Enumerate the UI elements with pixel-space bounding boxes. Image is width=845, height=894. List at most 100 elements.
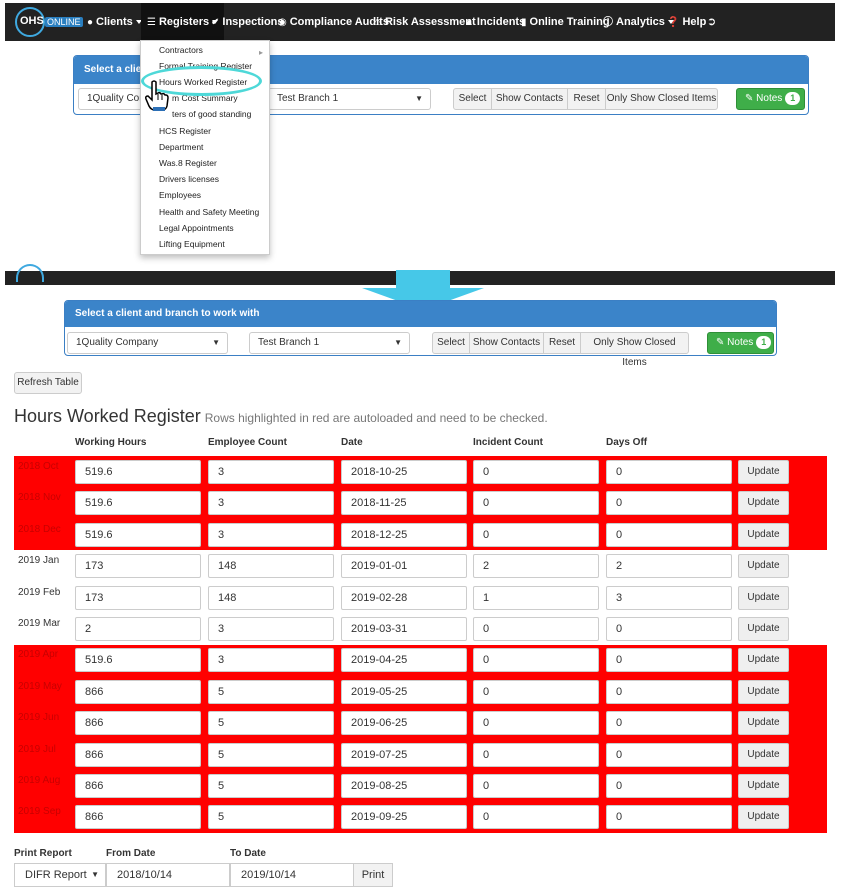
to-date-input[interactable]: 2019/10/14 (230, 863, 354, 887)
client-select[interactable]: 1Quality Company ▼ (67, 332, 228, 354)
days-off-input[interactable]: 0 (606, 805, 732, 830)
days-off-input[interactable]: 0 (606, 774, 732, 798)
date-input[interactable]: 2019-06-25 (341, 711, 467, 736)
notes-button[interactable]: ✎ Notes 1 (707, 332, 774, 354)
nav-analytics[interactable]: ⓘ Analytics (603, 3, 674, 41)
update-button[interactable]: Update (738, 554, 789, 579)
update-button[interactable]: Update (738, 648, 789, 673)
employee-count-input[interactable]: 3 (208, 522, 334, 547)
menu-item-was8-register[interactable]: Was.8 Register (159, 158, 217, 168)
select-button[interactable]: Select (432, 332, 470, 354)
employee-count-input[interactable]: 5 (208, 805, 334, 830)
closed-items-button[interactable]: Only Show Closed Items (580, 332, 689, 368)
print-button[interactable]: Print (353, 863, 393, 887)
working-hours-input[interactable]: 866 (75, 774, 201, 798)
working-hours-input[interactable]: 866 (75, 805, 201, 830)
incident-count-input[interactable]: 0 (473, 742, 599, 767)
employee-count-input[interactable]: 3 (208, 617, 334, 641)
incident-count-input[interactable]: 0 (473, 711, 599, 736)
menu-item-lifting-equipment[interactable]: Lifting Equipment (159, 239, 225, 249)
date-input[interactable]: 2019-07-25 (341, 742, 467, 767)
update-button[interactable]: Update (738, 491, 789, 516)
days-off-input[interactable]: 0 (606, 460, 732, 484)
working-hours-input[interactable]: 519.6 (75, 522, 201, 547)
days-off-input[interactable]: 0 (606, 679, 732, 704)
incident-count-input[interactable]: 0 (473, 805, 599, 830)
incident-count-input[interactable]: 0 (473, 679, 599, 704)
nav-risk-assessment[interactable]: ⚠ Risk Assessment (373, 3, 476, 41)
menu-item-drivers-licenses[interactable]: Drivers licenses (159, 174, 219, 184)
incident-count-input[interactable]: 0 (473, 522, 599, 547)
branch-select[interactable]: Test Branch 1 ▼ (249, 332, 410, 354)
nav-inspections[interactable]: ✔ Inspections (211, 3, 284, 41)
incident-count-input[interactable]: 2 (473, 554, 599, 579)
nav-help[interactable]: ❓ Help (667, 3, 706, 41)
menu-item-letters-of-good-standing[interactable]: ters of good standing (172, 109, 251, 119)
working-hours-input[interactable]: 519.6 (75, 648, 201, 673)
employee-count-input[interactable]: 3 (208, 460, 334, 484)
working-hours-input[interactable]: 2 (75, 617, 201, 641)
update-button[interactable]: Update (738, 742, 789, 767)
report-type-select[interactable]: DIFR Report ▼ (14, 863, 106, 887)
incident-count-input[interactable]: 0 (473, 774, 599, 798)
date-input[interactable]: 2018-11-25 (341, 491, 467, 516)
update-button[interactable]: Update (738, 460, 789, 484)
update-button[interactable]: Update (738, 805, 789, 830)
employee-count-input[interactable]: 5 (208, 711, 334, 736)
days-off-input[interactable]: 0 (606, 711, 732, 736)
employee-count-input[interactable]: 148 (208, 585, 334, 610)
date-input[interactable]: 2018-10-25 (341, 460, 467, 484)
update-button[interactable]: Update (738, 617, 789, 641)
select-button-top[interactable]: Select (453, 88, 492, 110)
date-input[interactable]: 2019-01-01 (341, 554, 467, 579)
working-hours-input[interactable]: 866 (75, 711, 201, 736)
date-input[interactable]: 2019-04-25 (341, 648, 467, 673)
update-button[interactable]: Update (738, 585, 789, 610)
reset-button[interactable]: Reset (543, 332, 581, 354)
days-off-input[interactable]: 3 (606, 585, 732, 610)
menu-item-health-and-safety-meeting[interactable]: Health and Safety Meeting (159, 207, 259, 217)
employee-count-input[interactable]: 5 (208, 742, 334, 767)
days-off-input[interactable]: 2 (606, 554, 732, 579)
incident-count-input[interactable]: 0 (473, 648, 599, 673)
date-input[interactable]: 2019-02-28 (341, 585, 467, 610)
date-input[interactable]: 2019-09-25 (341, 805, 467, 830)
incident-count-input[interactable]: 0 (473, 460, 599, 484)
incident-count-input[interactable]: 1 (473, 585, 599, 610)
days-off-input[interactable]: 0 (606, 648, 732, 673)
working-hours-input[interactable]: 519.6 (75, 460, 201, 484)
from-date-input[interactable]: 2018/10/14 (106, 863, 230, 887)
nav-incidents[interactable]: ▲ Incidents (464, 3, 525, 41)
employee-count-input[interactable]: 3 (208, 491, 334, 516)
branch-select-top[interactable]: Test Branch 1 ▼ (268, 88, 431, 110)
working-hours-input[interactable]: 519.6 (75, 491, 201, 516)
ohs-logo[interactable]: OHS ONLINE (15, 7, 83, 37)
refresh-table-button[interactable]: Refresh Table (14, 372, 82, 394)
menu-item-contractors[interactable]: Contractors (159, 45, 203, 55)
days-off-input[interactable]: 0 (606, 491, 732, 516)
working-hours-input[interactable]: 173 (75, 585, 201, 610)
update-button[interactable]: Update (738, 711, 789, 736)
incident-count-input[interactable]: 0 (473, 617, 599, 641)
notes-button-top[interactable]: ✎ Notes 1 (736, 88, 805, 110)
reset-button-top[interactable]: Reset (567, 88, 606, 110)
closed-items-button-top[interactable]: Only Show Closed Items (605, 88, 718, 110)
days-off-input[interactable]: 0 (606, 742, 732, 767)
days-off-input[interactable]: 0 (606, 522, 732, 547)
show-contacts-button[interactable]: Show Contacts (469, 332, 544, 354)
working-hours-input[interactable]: 173 (75, 554, 201, 579)
show-contacts-button-top[interactable]: Show Contacts (491, 88, 568, 110)
days-off-input[interactable]: 0 (606, 617, 732, 641)
employee-count-input[interactable]: 5 (208, 774, 334, 798)
working-hours-input[interactable]: 866 (75, 679, 201, 704)
update-button[interactable]: Update (738, 774, 789, 798)
date-input[interactable]: 2019-08-25 (341, 774, 467, 798)
employee-count-input[interactable]: 148 (208, 554, 334, 579)
date-input[interactable]: 2018-12-25 (341, 522, 467, 547)
logout-icon[interactable]: ➲ (707, 3, 716, 41)
date-input[interactable]: 2019-03-31 (341, 617, 467, 641)
update-button[interactable]: Update (738, 522, 789, 547)
employee-count-input[interactable]: 3 (208, 648, 334, 673)
incident-count-input[interactable]: 0 (473, 491, 599, 516)
menu-item-department[interactable]: Department (159, 142, 203, 152)
